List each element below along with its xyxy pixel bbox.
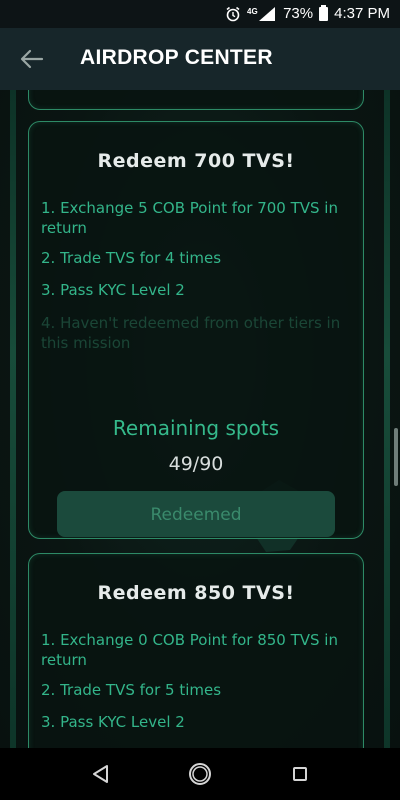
- requirement-item: 2. Trade TVS for 4 times: [41, 249, 222, 267]
- scrollbar-thumb[interactable]: [394, 428, 398, 486]
- requirement-item: 4. Haven't redeemed from other tiers in …: [41, 314, 341, 352]
- requirement-item: 2. Trade TVS for 5 times: [41, 681, 222, 699]
- tier-card-previous: [28, 90, 364, 110]
- back-triangle-icon[interactable]: [88, 761, 114, 787]
- battery-icon: [319, 4, 329, 21]
- requirement-item: 1. Exchange 0 COB Point for 850 TVS in r…: [41, 631, 338, 669]
- status-time: 4:37 PM: [334, 5, 390, 22]
- page-title: AIRDROP CENTER: [80, 46, 273, 69]
- status-bar: 4G 73% 4:37 PM: [0, 0, 400, 28]
- tier-list[interactable]: Redeem 700 TVS! 1. Exchange 5 COB Point …: [0, 90, 400, 748]
- tier-title: Redeem 850 TVS!: [97, 582, 295, 604]
- remaining-spots-label: Remaining spots: [112, 416, 280, 440]
- tier-card: Redeem 850 TVS! 1. Exchange 0 COB Point …: [28, 553, 364, 748]
- signal-icon: 4G: [247, 6, 276, 21]
- status-icons: 4G 73% 4:37 PM: [225, 4, 390, 22]
- tier-card: Redeem 700 TVS! 1. Exchange 5 COB Point …: [28, 121, 364, 539]
- battery-percent: 73%: [283, 5, 314, 22]
- alarm-icon: [226, 6, 240, 21]
- recents-square-icon[interactable]: [287, 761, 313, 787]
- home-circle-icon[interactable]: [187, 761, 213, 787]
- back-arrow-icon[interactable]: [18, 46, 46, 72]
- decorative-rail-left: [10, 90, 16, 748]
- app-bar: AIRDROP CENTER: [0, 28, 400, 90]
- requirement-item: 1. Exchange 5 COB Point for 700 TVS in r…: [41, 199, 338, 237]
- system-nav-bar: [0, 748, 400, 800]
- remaining-spots-count: 49/90: [168, 453, 224, 475]
- requirement-item: 3. Pass KYC Level 2: [41, 713, 185, 731]
- tier-title: Redeem 700 TVS!: [97, 150, 295, 172]
- requirement-item: 3. Pass KYC Level 2: [41, 281, 185, 299]
- redeemed-button[interactable]: Redeemed: [57, 491, 335, 537]
- network-label: 4G: [247, 7, 258, 16]
- decorative-rail-right: [384, 90, 390, 748]
